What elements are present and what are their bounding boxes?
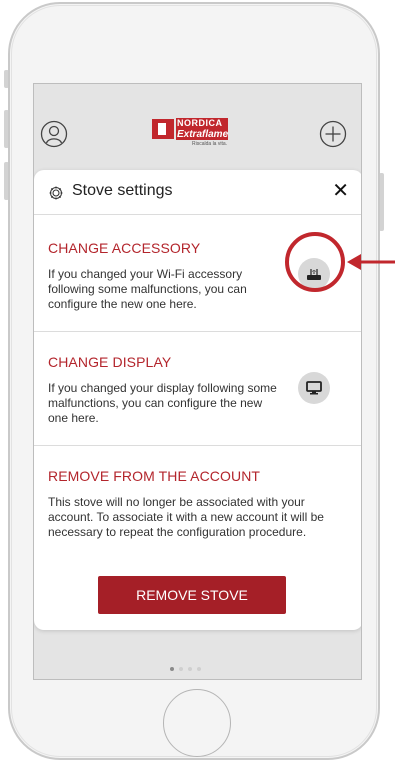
section-description: If you changed your Wi-Fi accessory foll… [48, 267, 247, 311]
page-dot-active [170, 667, 174, 671]
page-indicator [170, 658, 206, 676]
brand-name-top: NORDICA [177, 118, 223, 128]
user-icon[interactable] [40, 120, 68, 148]
remove-stove-button[interactable]: REMOVE STOVE [98, 576, 286, 614]
brand-name-bottom: Extraflame [177, 129, 229, 140]
home-button[interactable] [163, 689, 231, 757]
remove-account-section: REMOVE FROM THE ACCOUNT This stove will … [34, 446, 361, 630]
gear-icon [49, 186, 63, 200]
close-button[interactable]: ✕ [332, 179, 349, 203]
page-dot [197, 667, 201, 671]
section-description: If you changed your display following so… [48, 381, 277, 425]
arrow-pointer-icon [347, 254, 395, 270]
highlight-circle [285, 232, 345, 292]
top-bar: NORDICA Extraflame Riscalda la vita. [34, 84, 361, 168]
modal-title: Stove settings [72, 182, 173, 199]
section-title: CHANGE ACCESSORY [48, 240, 201, 256]
section-title: REMOVE FROM THE ACCOUNT [48, 468, 261, 484]
brand-logo: NORDICA Extraflame Riscalda la vita. [146, 113, 256, 153]
add-icon[interactable] [319, 120, 347, 148]
section-description: This stove will no longer be associated … [48, 495, 324, 539]
brand-tagline: Riscalda la vita. [192, 141, 228, 147]
section-title: CHANGE DISPLAY [48, 354, 172, 370]
app-screen: NORDICA Extraflame Riscalda la vita. Sto… [33, 83, 362, 680]
page-dot [179, 667, 183, 671]
modal-header: Stove settings ✕ [34, 170, 361, 215]
change-display-button[interactable] [298, 372, 330, 404]
monitor-icon [306, 381, 322, 395]
page-dot [188, 667, 192, 671]
change-display-section: CHANGE DISPLAY If you changed your displ… [34, 332, 361, 446]
